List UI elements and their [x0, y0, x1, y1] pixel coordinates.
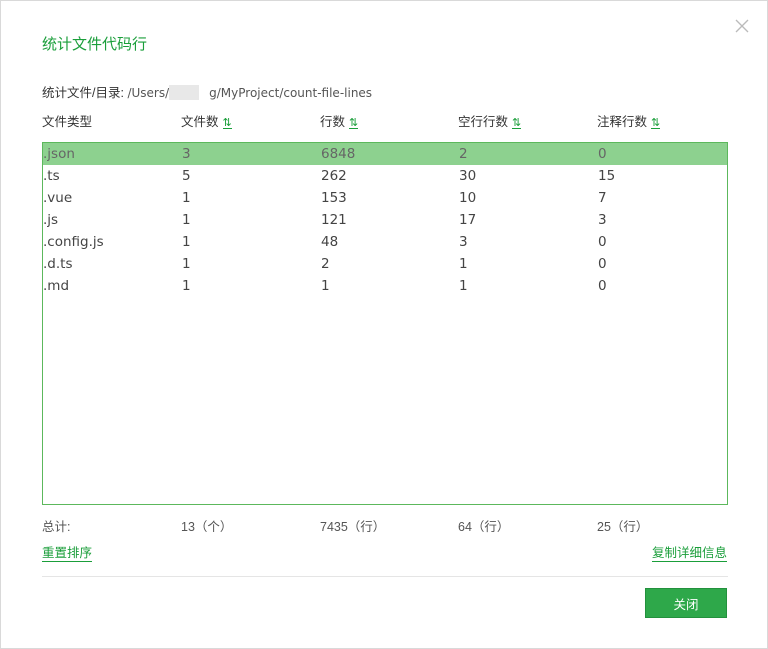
- table-cell: 30: [459, 168, 477, 184]
- table-cell: 5: [182, 168, 191, 184]
- table-cell: 1: [182, 234, 191, 250]
- table-cell: 1: [182, 278, 191, 294]
- table-row[interactable]: .config.js 1 48 3 0: [43, 231, 727, 253]
- path-label: 统计文件/目录:: [42, 86, 124, 100]
- table-cell: 1: [182, 256, 191, 272]
- totals-blank: 64（行）: [458, 520, 510, 534]
- table-cell: 7: [598, 190, 607, 206]
- sort-icon[interactable]: ⇅: [512, 118, 522, 129]
- table-cell: 1: [459, 278, 468, 294]
- close-icon[interactable]: [734, 18, 750, 34]
- table-cell: 1: [321, 278, 330, 294]
- table-cell: 3: [459, 234, 468, 250]
- table-header: 文件类型 文件数 ⇅ 行数 ⇅ 空行行数 ⇅ 注释行数 ⇅: [42, 111, 728, 131]
- table-row[interactable]: .d.ts 1 2 1 0: [43, 253, 727, 275]
- count-lines-dialog: 统计文件代码行 统计文件/目录: /Users/g/MyProject/coun…: [0, 0, 768, 649]
- header-file-count[interactable]: 文件数 ⇅: [181, 111, 232, 130]
- table-cell: 0: [598, 146, 607, 162]
- table-cell: 1: [182, 212, 191, 228]
- path-prefix: /Users/: [127, 86, 170, 100]
- header-comment-lines[interactable]: 注释行数 ⇅: [597, 111, 661, 130]
- table-row[interactable]: .js 1 121 17 3: [43, 209, 727, 231]
- table-cell: 1: [182, 190, 191, 206]
- table-cell: .d.ts: [43, 256, 73, 272]
- table-cell: 17: [459, 212, 477, 228]
- sort-icon[interactable]: ⇅: [651, 118, 661, 129]
- table-cell: 1: [459, 256, 468, 272]
- totals-label: 总计:: [42, 520, 71, 534]
- table-cell: 10: [459, 190, 477, 206]
- sort-icon[interactable]: ⇅: [349, 118, 359, 129]
- totals-files: 13（个）: [181, 520, 233, 534]
- table-cell: 0: [598, 256, 607, 272]
- table-cell: .js: [43, 212, 59, 228]
- totals-comment: 25（行）: [597, 520, 649, 534]
- table-cell: .ts: [43, 168, 60, 184]
- results-table[interactable]: .json 3 6848 2 0 .ts 5 262 30 15 .vue 1 153 10 7 .js 1 12…: [42, 142, 728, 505]
- table-cell: .vue: [43, 190, 73, 206]
- target-path: 统计文件/目录: /Users/g/MyProject/count-file-l…: [42, 82, 372, 101]
- header-file-type: 文件类型: [42, 115, 93, 129]
- table-row[interactable]: .json 3 6848 2 0: [43, 143, 727, 165]
- table-cell: 2: [321, 256, 330, 272]
- totals-row: 总计: 13（个） 7435（行） 64（行） 25（行）: [42, 516, 728, 536]
- sort-icon[interactable]: ⇅: [222, 118, 232, 129]
- table-cell: 6848: [321, 146, 356, 162]
- reset-sort-link[interactable]: 重置排序: [42, 546, 93, 562]
- redacted-username: [169, 85, 200, 100]
- table-cell: 0: [598, 278, 607, 294]
- table-cell: 153: [321, 190, 347, 206]
- table-cell: 3: [182, 146, 191, 162]
- copy-details-link[interactable]: 复制详细信息: [651, 546, 727, 562]
- header-blank-lines[interactable]: 空行行数 ⇅: [458, 111, 522, 130]
- path-suffix: g/MyProject/count-file-lines: [209, 86, 373, 100]
- table-cell: 48: [321, 234, 339, 250]
- table-row[interactable]: .vue 1 153 10 7: [43, 187, 727, 209]
- table-cell: 2: [459, 146, 468, 162]
- table-cell: 15: [598, 168, 616, 184]
- totals-lines: 7435（行）: [320, 520, 386, 534]
- divider: [42, 576, 728, 577]
- table-cell: 3: [598, 212, 607, 228]
- table-cell: 0: [598, 234, 607, 250]
- table-cell: .json: [43, 146, 75, 162]
- close-button[interactable]: 关闭: [645, 588, 727, 618]
- table-cell: 262: [321, 168, 347, 184]
- table-row[interactable]: .ts 5 262 30 15: [43, 165, 727, 187]
- table-cell: .config.js: [43, 234, 104, 250]
- table-cell: 121: [321, 212, 347, 228]
- header-line-count[interactable]: 行数 ⇅: [320, 111, 359, 130]
- table-row[interactable]: .md 1 1 1 0: [43, 275, 727, 297]
- table-cell: .md: [43, 278, 70, 294]
- dialog-title: 统计文件代码行: [42, 36, 148, 53]
